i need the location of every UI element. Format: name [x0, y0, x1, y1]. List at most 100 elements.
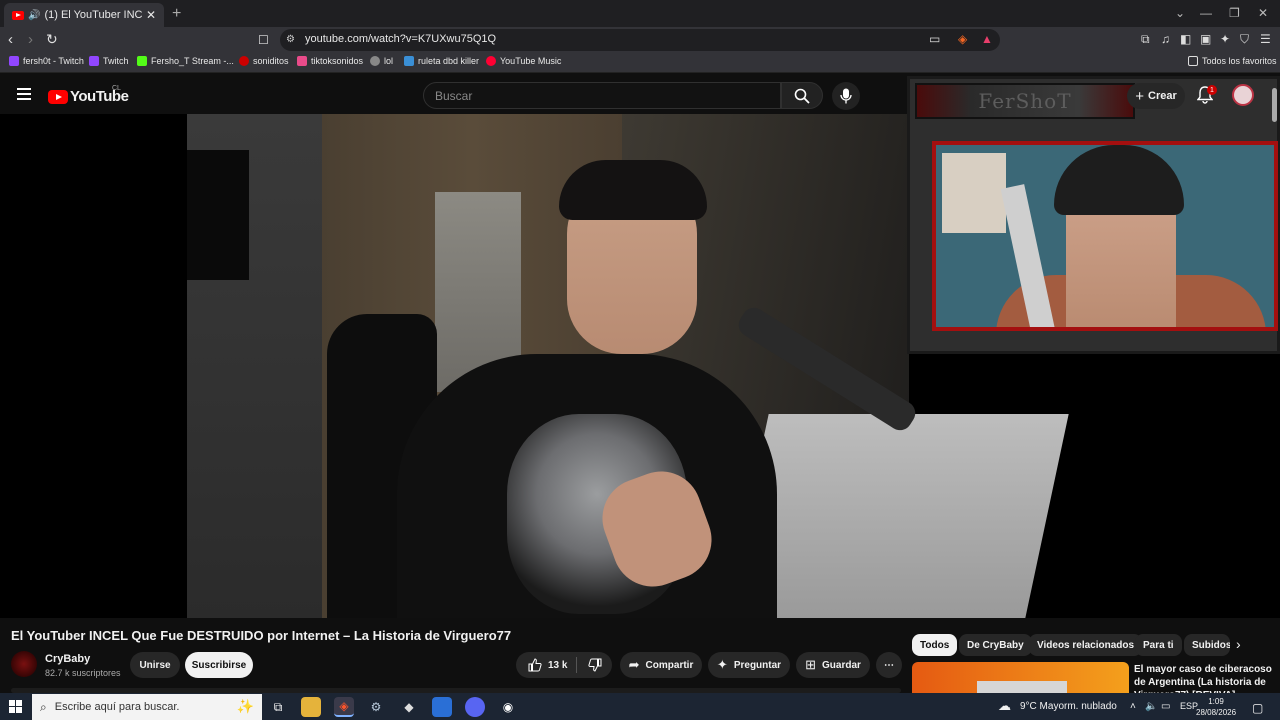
taskbar-clock[interactable]: 1:09 28/08/2026 — [1196, 696, 1236, 718]
create-button[interactable]: + Crear — [1127, 83, 1185, 109]
tab-search-icon[interactable]: ⌄ — [1175, 6, 1185, 20]
menu-icon[interactable]: ☰ — [1260, 32, 1271, 46]
wallet-icon[interactable]: ▣ — [1200, 32, 1211, 46]
voice-search-button[interactable] — [832, 82, 860, 110]
window-app-icon[interactable] — [432, 697, 452, 717]
youtube-logo[interactable]: YouTube CL — [48, 85, 129, 105]
steam-icon[interactable]: ⚙ — [366, 697, 386, 717]
windows-start-icon[interactable] — [9, 700, 23, 714]
globe-icon — [370, 56, 380, 66]
youtube-music-icon — [486, 56, 496, 66]
file-explorer-icon[interactable] — [301, 697, 321, 717]
like-button[interactable]: 13 k — [528, 658, 567, 672]
sparkle-icon: ✦ — [716, 657, 728, 672]
chip-de-crybaby[interactable]: De CryBaby — [959, 634, 1032, 656]
subscriber-count: 82.7 k suscriptores — [45, 668, 121, 678]
folder-icon — [1188, 56, 1198, 66]
recommended-video-thumbnail[interactable] — [912, 662, 1129, 694]
browser-tab-bar: 🔊 (1) El YouTuber INCEL Que Fue DESTRUID… — [0, 0, 1280, 27]
site-info-icon[interactable]: ⚙ — [286, 34, 295, 45]
ask-button[interactable]: ✦ Preguntar — [708, 652, 790, 678]
vpn-icon[interactable]: ⛉ — [1240, 32, 1249, 47]
music-icon[interactable]: ♫ — [1161, 32, 1170, 46]
close-window-button[interactable]: ✕ — [1258, 6, 1268, 20]
network-icon[interactable]: ▭ — [1161, 701, 1170, 712]
close-tab-icon[interactable]: ✕ — [146, 8, 156, 22]
brave-rewards-icon[interactable]: ▲ — [981, 32, 993, 46]
bookmark-item[interactable]: Fersho_T Stream -... — [137, 56, 234, 66]
task-view-icon[interactable]: ⧉ — [268, 697, 288, 717]
search-input[interactable]: Buscar — [423, 82, 781, 109]
tray-expand-icon[interactable]: ˄ — [1130, 701, 1136, 712]
more-actions-button[interactable]: ⋯ — [876, 652, 902, 678]
channel-avatar[interactable] — [11, 651, 37, 677]
youtube-play-icon — [48, 89, 68, 104]
overlay-banner: FerShoT — [915, 83, 1135, 119]
leo-ai-icon[interactable]: ✦ — [1220, 32, 1230, 46]
tiktok-icon — [297, 56, 307, 66]
cast-icon[interactable]: ▭ — [929, 32, 940, 46]
sidebar-icon[interactable]: ◧ — [1180, 32, 1191, 46]
save-playlist-icon: ⊞ — [805, 657, 816, 672]
bookmark-page-icon[interactable]: ☐ — [258, 33, 269, 47]
search-icon — [794, 88, 810, 104]
weather-icon: ☁ — [998, 698, 1011, 713]
channel-name[interactable]: CryBaby — [45, 653, 90, 665]
chip-subidos[interactable]: Subidos — [1184, 634, 1230, 656]
bookmark-item[interactable]: fersh0t - Twitch — [9, 56, 84, 66]
bookmark-item[interactable]: lol — [370, 56, 393, 66]
video-title: El YouTuber INCEL Que Fue DESTRUIDO por … — [11, 628, 512, 643]
minimize-button[interactable]: — — [1200, 6, 1212, 20]
weather-text[interactable]: 9°C Mayorm. nublado — [1020, 701, 1117, 712]
subscribe-button[interactable]: Suscribirse — [185, 652, 253, 678]
wheel-icon — [404, 56, 414, 66]
restore-button[interactable]: ❐ — [1229, 6, 1240, 20]
red-circle-icon — [239, 56, 249, 66]
chip-videos-relacionados[interactable]: Videos relacionados — [1029, 634, 1143, 656]
notification-center-icon[interactable]: ▢ — [1252, 701, 1263, 715]
bookmark-item[interactable]: Twitch — [89, 56, 129, 66]
tab-title: (1) El YouTuber INCEL Que Fue DESTRUIDO … — [44, 9, 142, 21]
chip-todos[interactable]: Todos — [912, 634, 958, 656]
back-icon[interactable]: ‹ — [8, 31, 13, 48]
page-scrollbar[interactable] — [1272, 88, 1277, 122]
plus-icon: + — [1135, 87, 1144, 105]
bookmark-item[interactable]: soniditos — [239, 56, 289, 66]
all-bookmarks-folder[interactable]: Todos los favoritos — [1188, 56, 1277, 66]
dislike-button[interactable] — [588, 658, 602, 675]
search-icon: ⌕ — [40, 699, 47, 714]
thumbs-up-icon — [528, 658, 542, 672]
webcam-overlay: FerShoT — [907, 76, 1280, 354]
brave-shield-icon[interactable]: ◈ — [958, 32, 967, 46]
obs-icon[interactable]: ◉ — [498, 697, 518, 717]
extensions-icon[interactable]: ⧉ — [1141, 32, 1150, 47]
brave-browser-icon[interactable]: ◈ — [334, 697, 354, 717]
poster — [942, 153, 1006, 233]
chip-para-ti[interactable]: Para ti — [1135, 634, 1182, 656]
thumbs-down-icon — [588, 658, 602, 672]
like-dislike-group: 13 k — [516, 652, 612, 678]
account-avatar[interactable] — [1232, 84, 1254, 106]
new-tab-button[interactable]: + — [172, 5, 181, 23]
forward-icon[interactable]: › — [28, 31, 33, 48]
discord-icon[interactable] — [465, 697, 485, 717]
app-cube-icon[interactable]: ◆ — [399, 697, 419, 717]
search-button[interactable] — [781, 82, 823, 109]
url-text[interactable]: youtube.com/watch?v=K7UXwu75Q1Q — [305, 33, 496, 45]
taskbar-search-input[interactable]: ⌕ Escribe aquí para buscar. ✨ — [32, 694, 262, 720]
volume-icon[interactable]: 🔈 — [1145, 701, 1157, 712]
bookmark-item[interactable]: ruleta dbd killer — [404, 56, 479, 66]
recommended-video-title[interactable]: El mayor caso de ciberacoso de Argentina… — [1134, 663, 1274, 693]
share-button[interactable]: ➦ Compartir — [620, 652, 702, 678]
save-button[interactable]: ⊞ Guardar — [796, 652, 870, 678]
speaker-icon[interactable]: 🔊 — [28, 10, 40, 21]
bookmark-item[interactable]: tiktoksonidos — [297, 56, 363, 66]
microphone-icon — [840, 88, 852, 104]
hamburger-menu-icon[interactable] — [17, 88, 31, 100]
bookmark-item[interactable]: YouTube Music — [486, 56, 561, 66]
browser-tab-active[interactable]: 🔊 (1) El YouTuber INCEL Que Fue DESTRUID… — [4, 3, 164, 27]
join-button[interactable]: Unirse — [130, 652, 180, 678]
notification-count-badge: 1 — [1207, 85, 1217, 95]
reload-icon[interactable]: ↻ — [46, 31, 58, 48]
chevron-right-icon[interactable]: › — [1236, 636, 1241, 652]
